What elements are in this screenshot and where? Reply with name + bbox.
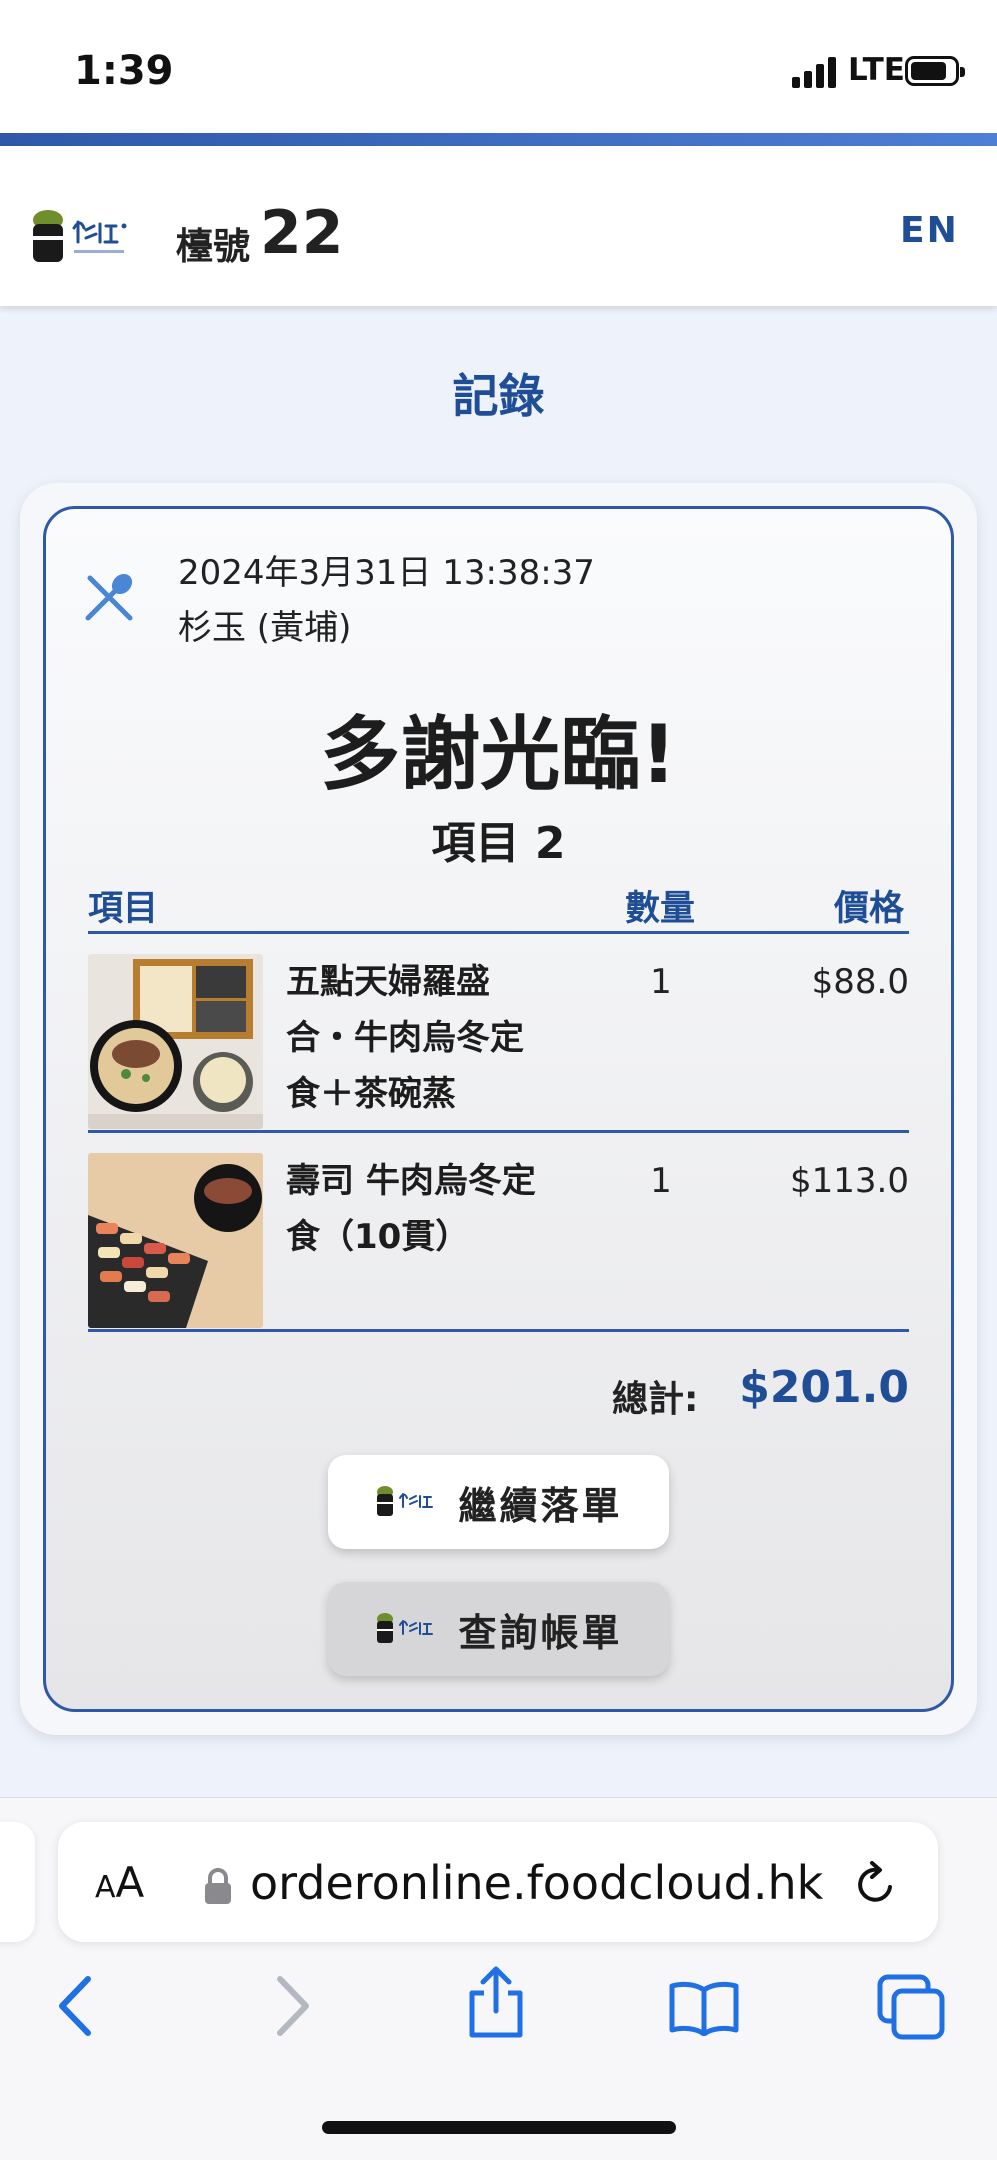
reload-icon[interactable] — [852, 1857, 900, 1909]
table-label: 檯號 — [176, 225, 250, 268]
signal-icon — [792, 56, 838, 88]
status-time: 1:39 — [74, 48, 174, 94]
item-qty: 1 — [650, 1161, 672, 1201]
share-icon[interactable] — [466, 1965, 526, 2039]
network-label: LTE — [848, 52, 905, 88]
url-text[interactable]: orderonline.foodcloud.hk — [250, 1856, 823, 1910]
lock-icon — [205, 1868, 231, 1904]
order-datetime: 2024年3月31日 13:38:37 — [178, 553, 595, 593]
item-count: 項目 2 — [431, 818, 566, 869]
back-icon[interactable] — [56, 1975, 96, 2037]
continue-order-label: 繼續落單 — [458, 1483, 623, 1528]
app-header: 檯號 22 EN — [0, 146, 997, 306]
forward-icon[interactable] — [272, 1975, 312, 2037]
reader-settings-button[interactable]: AA — [95, 1858, 144, 1907]
item-qty: 1 — [650, 962, 672, 1002]
thank-you-heading: 多謝光臨! — [320, 708, 677, 801]
item-image — [88, 1153, 263, 1328]
column-header-price: 價格 — [834, 889, 905, 929]
previous-tab-preview[interactable] — [0, 1822, 35, 1942]
view-bill-button[interactable]: 查詢帳單 — [328, 1582, 669, 1676]
utensils-icon — [85, 573, 133, 621]
total-label: 總計: — [612, 1379, 699, 1420]
row-divider — [88, 1130, 909, 1133]
view-bill-label: 查詢帳單 — [458, 1610, 623, 1655]
page-title: 記錄 — [452, 369, 545, 423]
table-number: 22 — [260, 198, 344, 268]
home-indicator — [322, 2121, 676, 2134]
column-header-qty: 數量 — [625, 889, 696, 929]
total-value: $201.0 — [739, 1362, 909, 1413]
store-name: 杉玉 (黃埔) — [178, 608, 352, 648]
brand-strip — [0, 133, 997, 146]
bookmarks-icon[interactable] — [668, 1980, 740, 2036]
row-divider — [88, 1329, 909, 1332]
tabs-icon[interactable] — [876, 1973, 946, 2041]
item-name: 五點天婦羅盛 合・牛肉烏冬定 食＋茶碗蒸 — [286, 962, 524, 1114]
item-name: 壽司 牛肉烏冬定 食（10貫） — [286, 1161, 536, 1257]
sugidama-logo — [377, 1486, 434, 1516]
header-divider — [88, 931, 909, 934]
item-price: $113.0 — [790, 1161, 909, 1201]
column-header-item: 項目 — [88, 889, 159, 929]
language-toggle[interactable]: EN — [900, 210, 959, 251]
continue-order-button[interactable]: 繼續落單 — [328, 1455, 669, 1549]
item-image — [88, 954, 263, 1129]
battery-icon — [905, 56, 965, 86]
sugidama-logo — [377, 1613, 434, 1643]
sugidama-logo — [33, 210, 127, 262]
item-price: $88.0 — [811, 962, 909, 1002]
